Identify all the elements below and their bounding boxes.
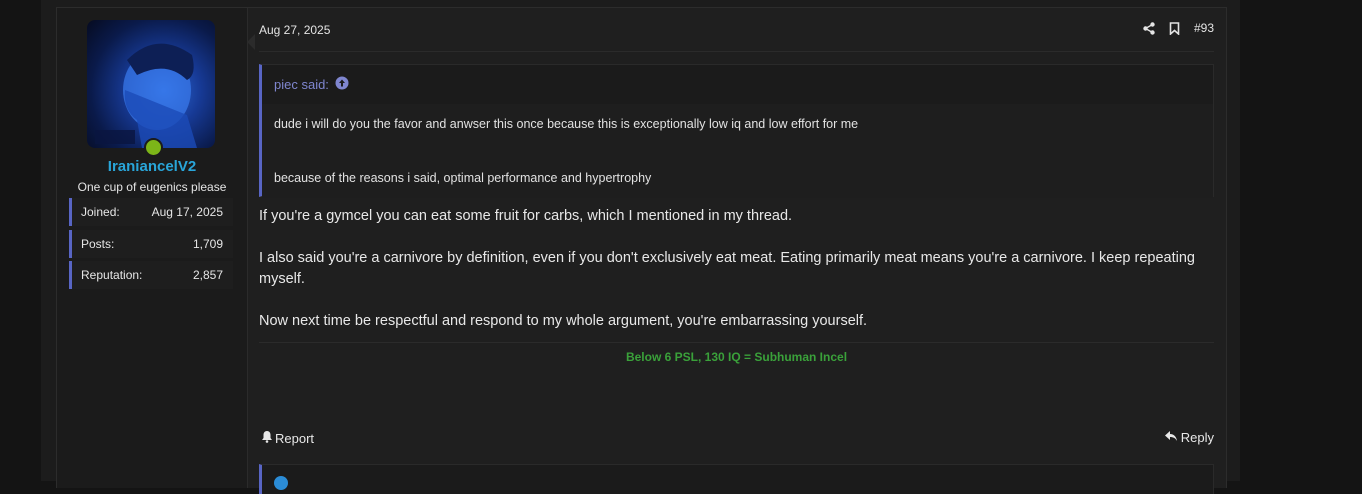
stat-label: Reputation: [81, 268, 143, 282]
username-link[interactable]: IraniancelV2 [57, 158, 247, 175]
report-button[interactable]: Report [261, 430, 314, 446]
post-header: Aug 27, 2025 #93 [259, 8, 1214, 52]
quote-block: piec said: dude i will do you the favor … [259, 64, 1214, 198]
message-paragraph: I also said you're a carnivore by defini… [259, 250, 1195, 287]
avatar-image [95, 43, 197, 148]
stat-value: 1,709 [192, 237, 223, 251]
reply-arrow-icon [1164, 430, 1178, 445]
arrow-up-circle-icon[interactable] [335, 76, 349, 93]
user-sidebar: IraniancelV2 One cup of eugenics please … [57, 8, 248, 488]
user-signature: Below 6 PSL, 130 IQ = Subhuman Incel [259, 342, 1214, 364]
stat-value: Aug 17, 2025 [151, 205, 223, 219]
stat-reputation: Reputation: 2,857 [69, 261, 233, 289]
user-avatar[interactable] [87, 20, 215, 148]
bookmark-icon[interactable] [1169, 21, 1180, 35]
quote-author-link[interactable]: piec said: [274, 77, 329, 92]
reply-label: Reply [1180, 430, 1214, 445]
reply-button[interactable]: Reply [1164, 430, 1214, 445]
stat-label: Joined: [81, 205, 120, 219]
share-icon[interactable] [1143, 21, 1155, 35]
stat-joined: Joined: Aug 17, 2025 [69, 198, 233, 226]
quote-line: because of the reasons i said, optimal p… [274, 171, 652, 185]
next-quote-block [259, 464, 1214, 494]
report-label: Report [275, 430, 315, 446]
post-header-actions: #93 [1143, 21, 1214, 35]
online-status-indicator [144, 138, 163, 157]
message-content: If you're a gymcel you can eat some frui… [259, 206, 1214, 353]
user-arrow [247, 34, 255, 50]
message-paragraph: If you're a gymcel you can eat some frui… [259, 208, 793, 224]
quote-line: dude i will do you the favor and anwser … [274, 117, 859, 131]
user-title: One cup of eugenics please [77, 180, 227, 194]
stat-value: 2,857 [192, 268, 223, 282]
stat-label: Posts: [81, 237, 115, 251]
info-icon [274, 476, 288, 490]
post-number-link[interactable]: #93 [1194, 21, 1214, 35]
forum-post: IraniancelV2 One cup of eugenics please … [56, 7, 1227, 494]
stat-posts: Posts: 1,709 [69, 230, 233, 258]
quote-header: piec said: [262, 65, 1213, 104]
bell-icon [261, 430, 273, 446]
message-paragraph: Now next time be respectful and respond … [259, 313, 868, 329]
quote-content: dude i will do you the favor and anwser … [262, 104, 1213, 198]
post-date[interactable]: Aug 27, 2025 [259, 23, 330, 37]
